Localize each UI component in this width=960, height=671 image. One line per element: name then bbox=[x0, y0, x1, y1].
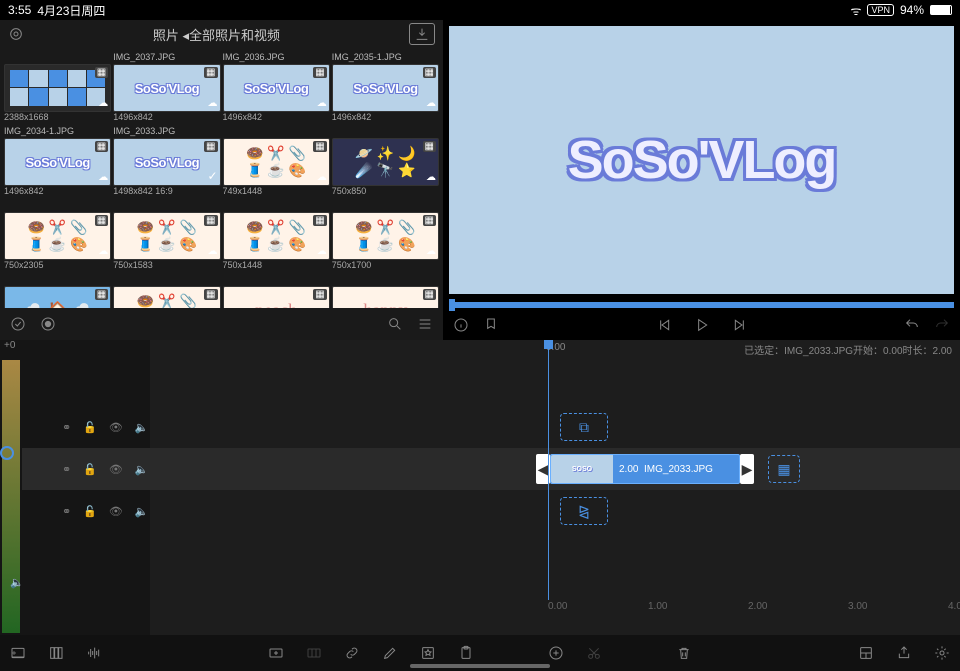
status-bar: 3:55 4月23日周四 ᯤ VPN 94% bbox=[0, 0, 960, 20]
undo-icon[interactable] bbox=[904, 317, 920, 333]
ruler-tick: 2.00 bbox=[748, 601, 767, 612]
library-item[interactable]: 🍩 ✂️ 📎🧵 ☕ 🎨☁▦750x1583 bbox=[113, 200, 220, 272]
library-item[interactable]: 🍩 ✂️ 📎🧵 ☕ 🎨☁▦750x2305 bbox=[4, 200, 111, 272]
lock-icon[interactable]: 🔓 bbox=[83, 421, 97, 434]
eye-icon[interactable]: 👁 bbox=[109, 463, 123, 476]
timeline-clip[interactable]: SOSO 2.00 IMG_2033.JPG bbox=[550, 454, 740, 484]
preview-logo: SoSo'VLog bbox=[568, 129, 836, 191]
clip-thumb: SOSO bbox=[551, 455, 613, 483]
library-item[interactable]: 🪐 ✨ 🌙☄️ 🔭 ⭐☁▦750x850 bbox=[332, 126, 439, 198]
ruler-tick: 4.00 bbox=[948, 601, 960, 612]
library-grid: ☁▦2388x1668IMG_2037.JPGSoSo'VLog☁▦1496x8… bbox=[0, 48, 443, 308]
library-item[interactable]: 🍩 ✂️ 📎🧵 ☕ 🎨☁▦ bbox=[113, 274, 220, 308]
library-item[interactable]: ☁▦2388x1668 bbox=[4, 52, 111, 124]
status-vpn: VPN bbox=[867, 4, 894, 16]
mute-icon[interactable]: 🔈 bbox=[135, 463, 149, 476]
delete-icon[interactable] bbox=[676, 645, 692, 661]
playhead[interactable] bbox=[548, 340, 549, 600]
timeline-ruler-bottom[interactable]: 0.00 1.00 2.00 3.00 4.00 bbox=[150, 601, 960, 615]
cut-icon[interactable] bbox=[586, 645, 602, 661]
library-item[interactable]: ☁️ 🏠 ☁️☁▦ bbox=[4, 274, 111, 308]
eye-icon[interactable]: 👁 bbox=[109, 505, 123, 518]
record-icon[interactable] bbox=[40, 316, 56, 332]
edit-icon[interactable] bbox=[382, 645, 398, 661]
preview-panel: SoSo'VLog bbox=[443, 20, 960, 340]
insert-gap-icon[interactable] bbox=[306, 645, 322, 661]
link-clip-icon[interactable] bbox=[344, 645, 360, 661]
timeline-sidebar: +0 ⚭ 🔓 👁 🔈 ⚭ 🔓 👁 🔈 bbox=[0, 340, 150, 635]
track-head-2[interactable]: ⚭ 🔓 👁 🔈 bbox=[22, 448, 150, 490]
add-track-icon[interactable] bbox=[10, 645, 26, 661]
import-icon[interactable] bbox=[409, 23, 435, 45]
lock-icon[interactable]: 🔓 bbox=[83, 463, 97, 476]
add-icon[interactable] bbox=[548, 645, 564, 661]
transport-bar bbox=[443, 310, 960, 340]
preview-canvas[interactable]: SoSo'VLog bbox=[449, 26, 954, 294]
media-library: 照片 ◂全部照片和视频 ☁▦2388x1668IMG_2037.JPGSoSo'… bbox=[0, 20, 443, 340]
timeline: +0 ⚭ 🔓 👁 🔈 ⚭ 🔓 👁 🔈 bbox=[0, 340, 960, 635]
share-icon[interactable] bbox=[896, 645, 912, 661]
master-volume-icon[interactable]: 🔈 bbox=[10, 576, 24, 589]
info-icon[interactable] bbox=[453, 317, 469, 333]
library-footer bbox=[0, 308, 443, 340]
select-all-icon[interactable] bbox=[10, 316, 26, 332]
redo-icon[interactable] bbox=[934, 317, 950, 333]
marker-icon[interactable] bbox=[483, 317, 499, 333]
ghost-clip-1[interactable]: ⧉ bbox=[560, 413, 608, 441]
app-settings-icon[interactable] bbox=[8, 26, 24, 42]
library-item[interactable]: IMG_2037.JPGSoSo'VLog☁▦1496x842 bbox=[113, 52, 220, 124]
library-item[interactable]: 🍩 ✂️ 📎🧵 ☕ 🎨☁▦750x1700 bbox=[332, 200, 439, 272]
library-item[interactable]: IMG_2035-1.JPGSoSo'VLog☁▦1496x842 bbox=[332, 52, 439, 124]
link-icon[interactable]: ⚭ bbox=[62, 421, 71, 434]
selection-info: 已选定：IMG_2033.JPG开始：0.00时长：2.00 bbox=[744, 342, 952, 357]
track-selector-icon[interactable] bbox=[0, 446, 14, 460]
library-item[interactable]: IMG_2033.JPGSoSo'VLog✓▦1498x842 16:9 bbox=[113, 126, 220, 198]
timeline-offset: +0 bbox=[0, 340, 150, 358]
layout-icon[interactable] bbox=[858, 645, 874, 661]
mute-icon[interactable]: 🔈 bbox=[135, 421, 149, 434]
next-frame-icon[interactable] bbox=[732, 317, 748, 333]
home-indicator[interactable] bbox=[410, 664, 550, 668]
ruler-tick: 3.00 bbox=[848, 601, 867, 612]
library-item[interactable]: 🍩 ✂️ 📎🧵 ☕ 🎨☁▦749x1448 bbox=[223, 126, 330, 198]
list-view-icon[interactable] bbox=[417, 316, 433, 332]
library-item[interactable]: IMG_2036.JPGSoSo'VLog☁▦1496x842 bbox=[223, 52, 330, 124]
library-item[interactable]: IMG_2034-1.JPGSoSo'VLog☁▦1496x842 bbox=[4, 126, 111, 198]
library-item[interactable]: peach☁▦ bbox=[223, 274, 330, 308]
library-title[interactable]: 照片 ◂全部照片和视频 bbox=[24, 25, 409, 44]
settings-icon[interactable] bbox=[934, 645, 950, 661]
frames-icon[interactable] bbox=[48, 645, 64, 661]
ruler-tick: 1.00 bbox=[648, 601, 667, 612]
library-item[interactable]: happy☁▦ bbox=[332, 274, 439, 308]
eye-icon[interactable]: 👁 bbox=[109, 421, 123, 434]
lock-icon[interactable]: 🔓 bbox=[83, 505, 97, 518]
wifi-icon: ᯤ bbox=[850, 2, 861, 19]
play-icon[interactable] bbox=[694, 317, 710, 333]
clip-handle-right[interactable]: ▶ bbox=[740, 454, 754, 484]
link-icon[interactable]: ⚭ bbox=[62, 463, 71, 476]
ghost-clip-right[interactable]: ▦ bbox=[768, 455, 800, 483]
ghost-clip-3[interactable]: ⧎ bbox=[560, 497, 608, 525]
track-head-1[interactable]: ⚭ 🔓 👁 🔈 bbox=[22, 406, 150, 448]
mute-icon[interactable]: 🔈 bbox=[135, 505, 149, 518]
timeline-body[interactable]: 0.00 已选定：IMG_2033.JPG开始：0.00时长：2.00 ⧉ ◀ … bbox=[150, 340, 960, 635]
clipboard-icon[interactable] bbox=[458, 645, 474, 661]
status-time: 3:55 bbox=[8, 3, 31, 17]
track-head-3[interactable]: ⚭ 🔓 👁 🔈 bbox=[22, 490, 150, 532]
add-clip-icon[interactable] bbox=[268, 645, 284, 661]
link-icon[interactable]: ⚭ bbox=[62, 505, 71, 518]
effects-icon[interactable] bbox=[420, 645, 436, 661]
battery-icon bbox=[930, 5, 952, 15]
search-icon[interactable] bbox=[387, 316, 403, 332]
waveform-icon[interactable] bbox=[86, 645, 102, 661]
prev-frame-icon[interactable] bbox=[656, 317, 672, 333]
audio-meter bbox=[2, 360, 20, 633]
status-battery: 94% bbox=[900, 3, 924, 17]
status-date: 4月23日周四 bbox=[37, 2, 105, 19]
library-item[interactable]: 🍩 ✂️ 📎🧵 ☕ 🎨☁▦750x1448 bbox=[223, 200, 330, 272]
preview-scrubber[interactable] bbox=[449, 302, 954, 308]
ruler-tick: 0.00 bbox=[548, 601, 567, 612]
